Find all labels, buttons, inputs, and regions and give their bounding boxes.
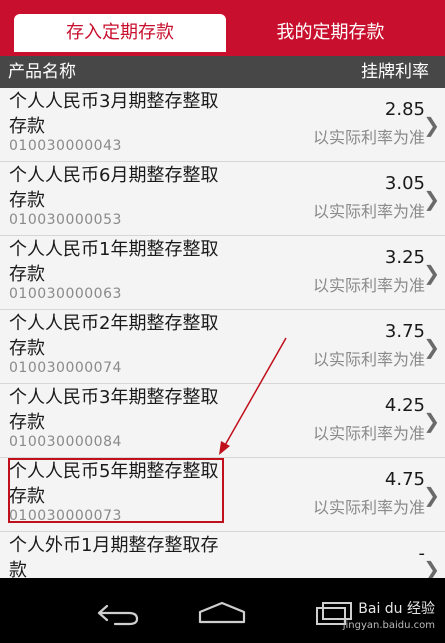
- list-item[interactable]: 个人人民币3月期整存整取存款 010030000043 2.85 以实际利率为准…: [0, 88, 445, 162]
- chevron-right-icon: ❯: [423, 557, 440, 578]
- product-code: 010030000074: [9, 360, 122, 376]
- product-rate: 3.25: [384, 247, 425, 268]
- product-name: 个人人民币3月期整存整取存款: [9, 91, 219, 137]
- rate-note: 以实际利率为准: [312, 202, 425, 221]
- header-product-name: 产品名称: [8, 62, 76, 82]
- list-item[interactable]: 个人人民币2年期整存整取存款 010030000074 3.75 以实际利率为准…: [0, 310, 445, 384]
- rate-note: 以实际利率为准: [312, 424, 425, 443]
- rate-note: 以实际利率为准: [312, 276, 425, 295]
- list-item[interactable]: 个人人民币6月期整存整取存款 010030000053 3.05 以实际利率为准…: [0, 162, 445, 236]
- product-name: 个人外币1月期整存整取存款: [9, 535, 219, 578]
- product-code: 010030000084: [9, 434, 122, 450]
- chevron-right-icon: ❯: [423, 187, 440, 211]
- tab-my-deposits[interactable]: 我的定期存款: [228, 14, 433, 52]
- chevron-right-icon: ❯: [423, 409, 440, 433]
- product-rate: 4.75: [384, 469, 425, 490]
- header-rate: 挂牌利率: [361, 62, 429, 82]
- watermark-text: Bai du 经验: [358, 601, 435, 617]
- list-item[interactable]: 个人人民币3年期整存整取存款 010030000084 4.25 以实际利率为准…: [0, 384, 445, 458]
- list-header: 产品名称 挂牌利率: [0, 56, 445, 88]
- list-item[interactable]: 个人人民币1年期整存整取存款 010030000063 3.25 以实际利率为准…: [0, 236, 445, 310]
- chevron-right-icon: ❯: [423, 483, 440, 507]
- product-code: 010030000063: [9, 286, 122, 302]
- product-rate: 2.85: [384, 99, 425, 120]
- android-nav-bar: Bai du 经验 jingyan.baidu.com: [0, 578, 445, 643]
- product-name: 个人人民币6月期整存整取存款: [9, 165, 219, 211]
- product-name: 个人人民币2年期整存整取存款: [9, 313, 219, 359]
- watermark-sub: jingyan.baidu.com: [342, 620, 435, 631]
- home-icon[interactable]: [192, 598, 252, 628]
- chevron-right-icon: ❯: [423, 335, 440, 359]
- product-name: 个人人民币1年期整存整取存款: [9, 239, 219, 285]
- chevron-right-icon: ❯: [423, 261, 440, 285]
- product-name: 个人人民币3年期整存整取存款: [9, 387, 219, 433]
- product-rate: 4.25: [384, 395, 425, 416]
- back-icon[interactable]: [85, 598, 145, 628]
- list-item[interactable]: 个人外币1月期整存整取存款 - ❯: [0, 532, 445, 578]
- product-rate: 3.75: [384, 321, 425, 342]
- watermark-logo: Bai du 经验 jingyan.baidu.com: [343, 598, 435, 631]
- product-rate: 3.05: [384, 173, 425, 194]
- product-code: 010030000043: [9, 138, 122, 154]
- product-code: 010030000053: [9, 212, 122, 228]
- annotation-highlight-box: [8, 458, 224, 523]
- tab-bar: 存入定期存款 我的定期存款: [0, 0, 445, 56]
- chevron-right-icon: ❯: [423, 113, 440, 137]
- app-root: 存入定期存款 我的定期存款 产品名称 挂牌利率 个人人民币3月期整存整取存款 0…: [0, 0, 445, 643]
- tab-deposit[interactable]: 存入定期存款: [14, 14, 226, 52]
- rate-note: 以实际利率为准: [312, 128, 425, 147]
- rate-note: 以实际利率为准: [312, 498, 425, 517]
- rate-note: 以实际利率为准: [312, 350, 425, 369]
